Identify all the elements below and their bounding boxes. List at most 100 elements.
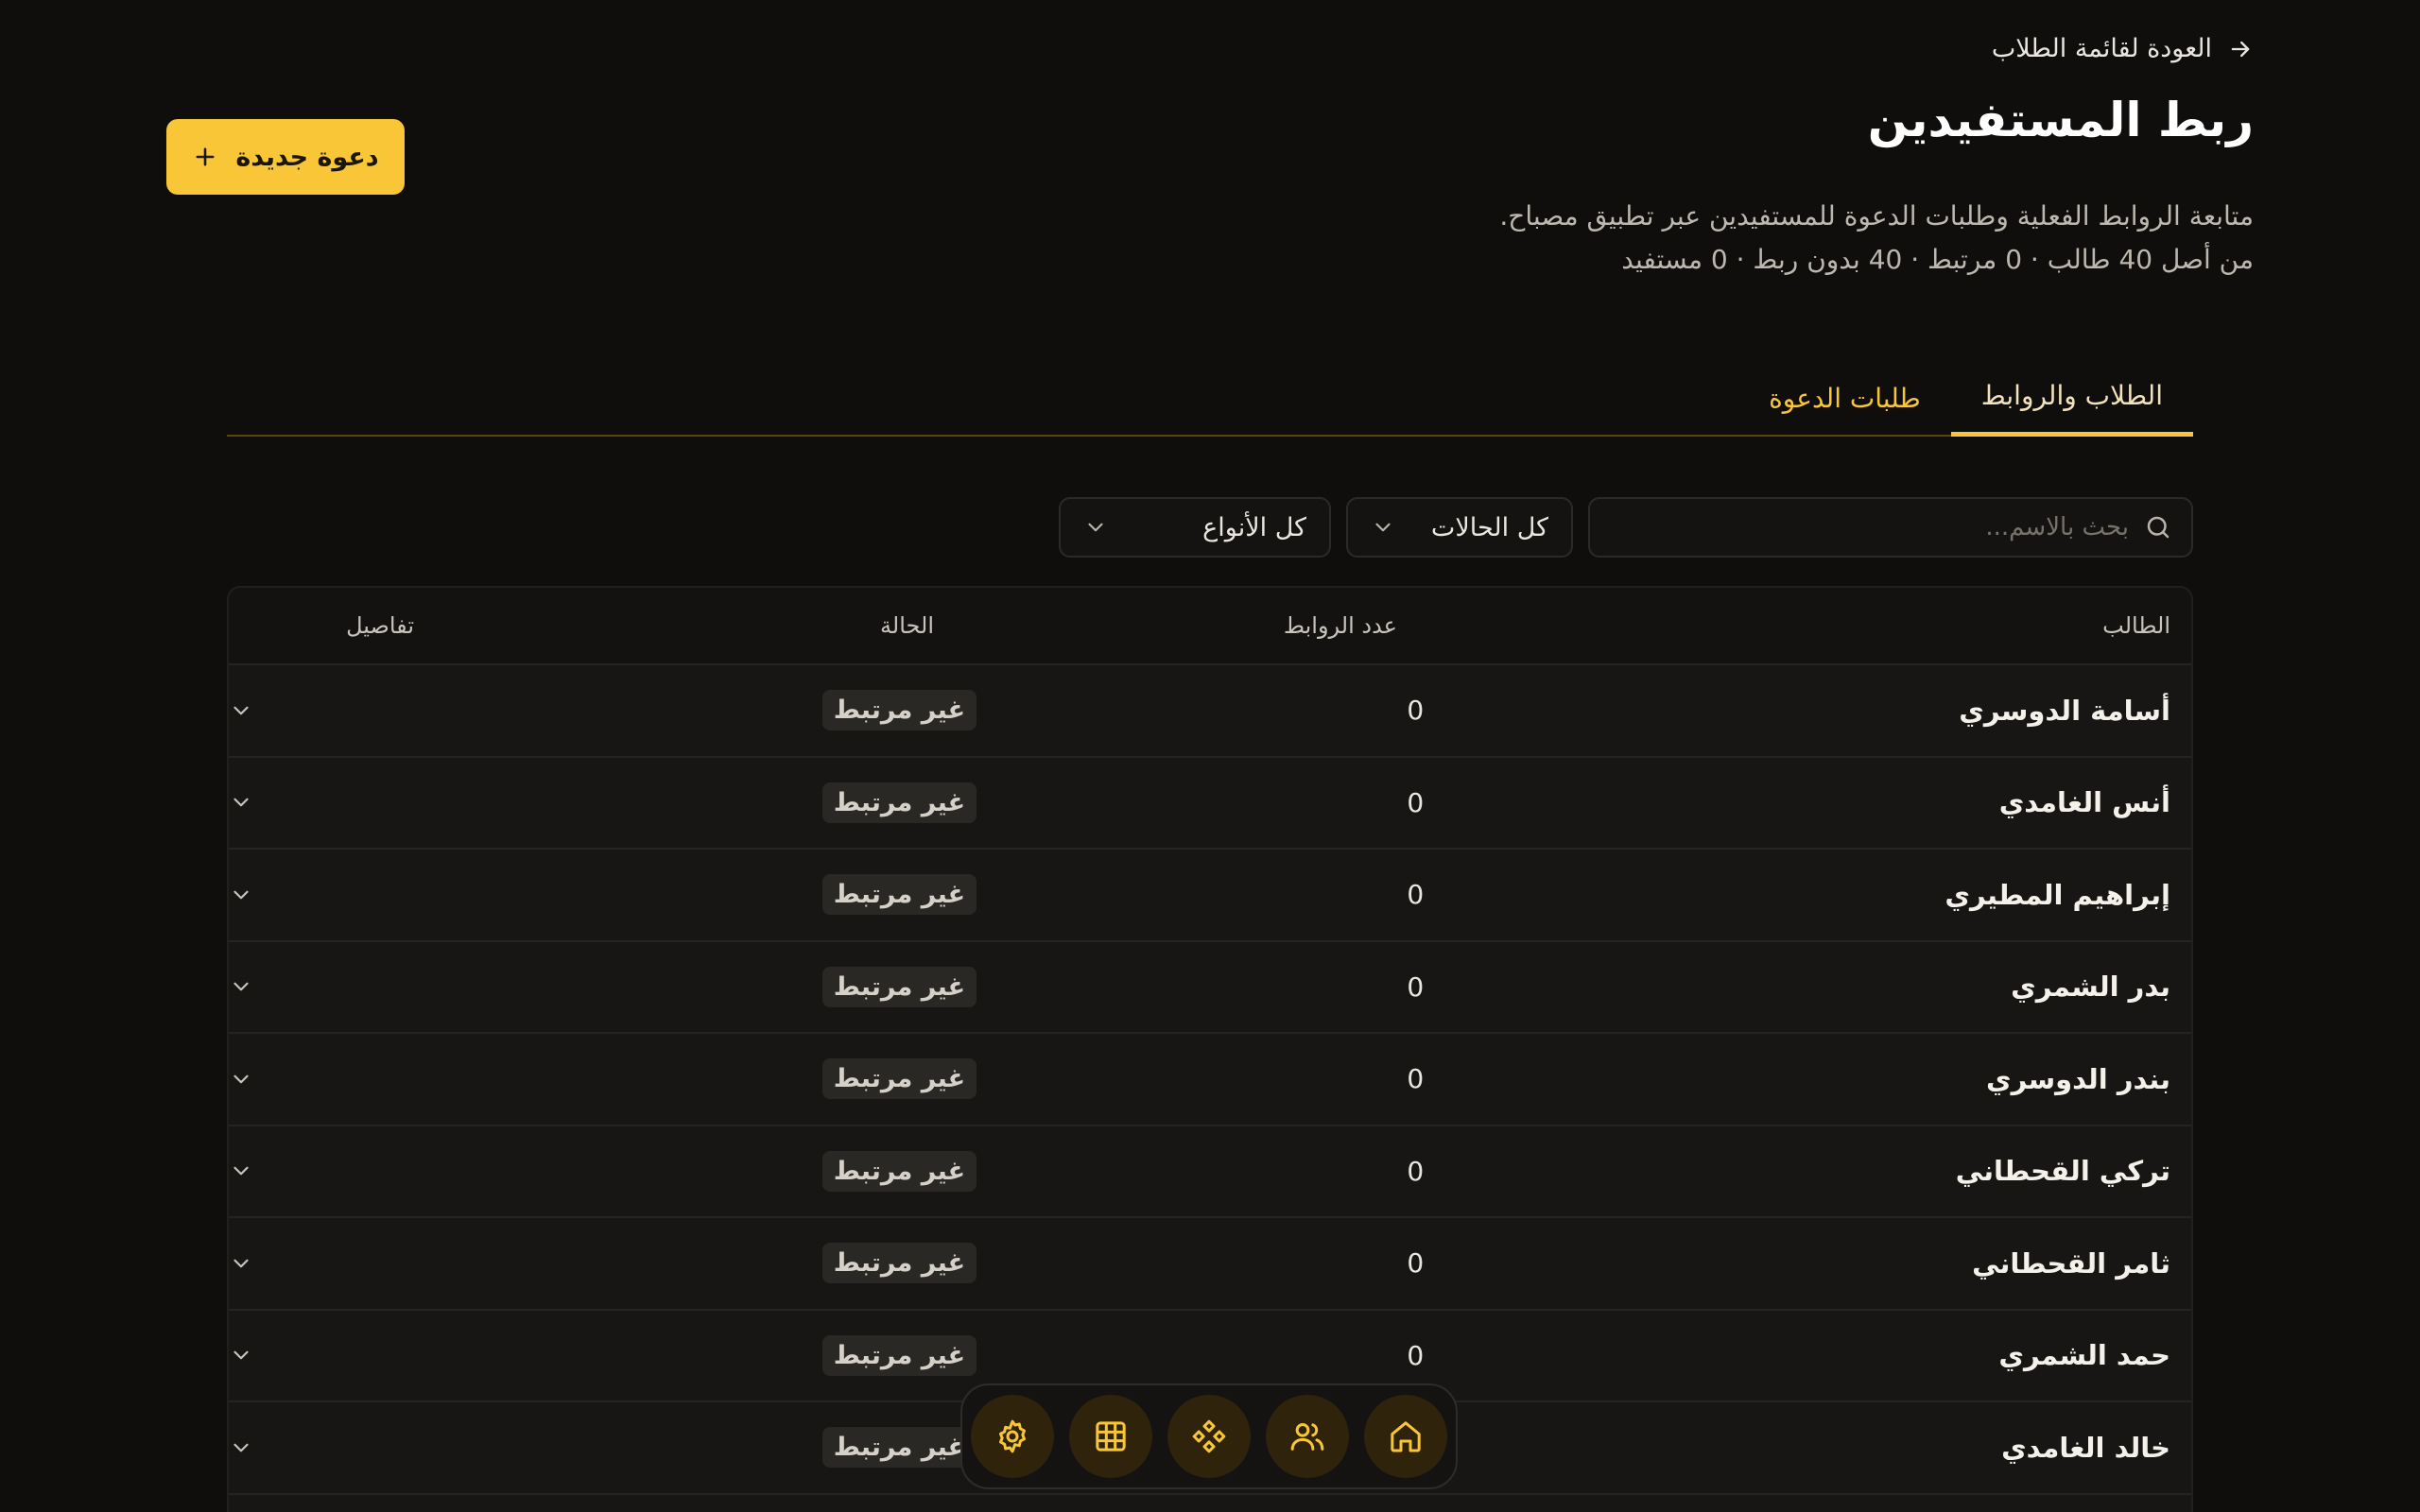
status-badge: غير مرتبط xyxy=(821,966,977,1007)
settings-icon xyxy=(999,1419,1026,1453)
tab-students-links[interactable]: الطلاب والروابط xyxy=(1950,359,2193,437)
details-cell xyxy=(229,1251,475,1276)
chevron-down-icon[interactable] xyxy=(229,974,253,999)
dock-home-button[interactable] xyxy=(1364,1395,1447,1478)
dock-apps-button[interactable] xyxy=(1167,1395,1251,1478)
links-count: 0 xyxy=(1407,1155,1425,1187)
student-name: ثامر القحطاني xyxy=(1972,1246,2170,1280)
diamonds-icon xyxy=(1192,1419,1226,1453)
status-cell: غير مرتبط xyxy=(475,782,977,823)
links-count: 0 xyxy=(1407,1063,1425,1095)
tab-label: طلبات الدعوة xyxy=(1769,382,1921,414)
student-name: أسامة الدوسري xyxy=(1959,694,2170,727)
links-count: 0 xyxy=(1407,971,1425,1003)
back-link-label: العودة لقائمة الطلاب xyxy=(1991,34,2212,63)
details-cell xyxy=(229,883,475,907)
status-badge: غير مرتبط xyxy=(821,1243,977,1284)
search-input[interactable] xyxy=(1609,513,2129,541)
dock-grid-button[interactable] xyxy=(1069,1395,1152,1478)
type-filter-value: كل الأنواع xyxy=(1202,512,1306,542)
page-title: ربط المستفيدين xyxy=(1867,93,2254,147)
table-body: أسامة الدوسري 0 غير مرتبط أنس الغامدي 0 غير م… xyxy=(229,665,2191,1495)
table-row[interactable]: أنس الغامدي 0 غير مرتبط xyxy=(229,758,2191,850)
column-header-links-count: عدد الروابط xyxy=(1283,612,1397,639)
table-row[interactable]: إبراهيم المطيري 0 غير مرتبط xyxy=(229,850,2191,942)
column-header-student: الطالب xyxy=(2102,612,2170,639)
chevron-down-icon[interactable] xyxy=(229,698,253,723)
table-row[interactable]: تركي القحطاني 0 غير مرتبط xyxy=(229,1126,2191,1218)
page-description: متابعة الروابط الفعلية وطلبات الدعوة للم… xyxy=(1499,200,2254,232)
status-badge: غير مرتبط xyxy=(821,1058,977,1100)
links-count: 0 xyxy=(1407,879,1425,911)
chevron-down-icon[interactable] xyxy=(229,1435,253,1460)
arrow-right-icon xyxy=(2231,41,2250,57)
dock-settings-button[interactable] xyxy=(971,1395,1054,1478)
student-name: بدر الشمري xyxy=(2011,971,2170,1004)
tab-label: الطلاب والروابط xyxy=(1980,380,2163,411)
table-header: الطالب عدد الروابط الحالة تفاصيل xyxy=(229,588,2191,665)
status-cell: غير مرتبط xyxy=(475,1150,977,1192)
student-name: بندر الدوسري xyxy=(1985,1062,2170,1095)
status-badge: غير مرتبط xyxy=(821,1427,977,1469)
grid-icon xyxy=(1096,1421,1126,1452)
home-icon xyxy=(1391,1421,1421,1452)
status-cell: غير مرتبط xyxy=(475,1243,977,1284)
tab-invite-requests[interactable]: طلبات الدعوة xyxy=(1738,359,1951,437)
links-count: 0 xyxy=(1407,1247,1425,1280)
chevron-down-icon[interactable] xyxy=(229,1251,253,1276)
chevron-down-icon[interactable] xyxy=(229,883,253,907)
table-row[interactable]: بندر الدوسري 0 غير مرتبط xyxy=(229,1034,2191,1126)
student-name: حمد الشمري xyxy=(1998,1339,2170,1372)
status-badge: غير مرتبط xyxy=(821,1334,977,1376)
status-filter-value: كل الحالات xyxy=(1430,512,1548,542)
chevron-down-icon xyxy=(1088,523,1103,532)
status-cell: غير مرتبط xyxy=(475,874,977,916)
plus-icon xyxy=(196,147,215,166)
links-count: 0 xyxy=(1407,695,1425,727)
new-invite-button[interactable]: دعوة جديدة xyxy=(166,119,405,195)
chevron-down-icon[interactable] xyxy=(229,790,253,815)
details-cell xyxy=(229,1435,475,1460)
status-cell: غير مرتبط xyxy=(475,1334,977,1376)
table-row[interactable]: ثامر القحطاني 0 غير مرتبط xyxy=(229,1218,2191,1311)
details-cell xyxy=(229,1067,475,1091)
chevron-down-icon xyxy=(1375,523,1391,532)
chevron-down-icon[interactable] xyxy=(229,1067,253,1091)
status-cell: غير مرتبط xyxy=(475,690,977,731)
tabs: الطلاب والروابط طلبات الدعوة xyxy=(227,359,2193,437)
table-row[interactable]: بدر الشمري 0 غير مرتبط xyxy=(229,942,2191,1034)
student-name: تركي القحطاني xyxy=(1955,1155,2170,1188)
chevron-down-icon[interactable] xyxy=(229,1343,253,1367)
status-cell: غير مرتبط xyxy=(475,1427,977,1469)
page-stats: من أصل 40 طالب · 0 مرتبط · 40 بدون ربط ·… xyxy=(1621,244,2254,275)
details-cell xyxy=(229,1159,475,1183)
chevron-down-icon[interactable] xyxy=(229,1159,253,1183)
students-table: الطالب عدد الروابط الحالة تفاصيل أسامة ا… xyxy=(227,586,2193,1512)
status-cell: غير مرتبط xyxy=(475,1058,977,1100)
status-badge: غير مرتبط xyxy=(821,874,977,916)
student-name: أنس الغامدي xyxy=(1998,786,2170,819)
links-count: 0 xyxy=(1407,786,1425,818)
details-cell xyxy=(229,698,475,723)
details-cell xyxy=(229,1343,475,1367)
type-filter-select[interactable]: كل الأنواع xyxy=(1059,497,1331,558)
search-icon xyxy=(2147,516,2169,539)
status-cell: غير مرتبط xyxy=(475,966,977,1007)
table-row[interactable]: أسامة الدوسري 0 غير مرتبط xyxy=(229,665,2191,758)
search-box xyxy=(1588,497,2193,558)
details-cell xyxy=(229,790,475,815)
bottom-dock xyxy=(960,1383,1458,1489)
details-cell xyxy=(229,974,475,999)
dock-users-button[interactable] xyxy=(1266,1395,1349,1478)
column-header-status: الحالة xyxy=(880,612,934,639)
status-badge: غير مرتبط xyxy=(821,690,977,731)
student-name: إبراهيم المطيري xyxy=(1945,878,2170,911)
column-header-details: تفاصيل xyxy=(346,612,414,639)
page-subtitle: متابعة الروابط الفعلية وطلبات الدعوة للم… xyxy=(1499,195,2254,282)
new-invite-label: دعوة جديدة xyxy=(235,142,379,172)
status-filter-select[interactable]: كل الحالات xyxy=(1346,497,1573,558)
student-name: خالد الغامدي xyxy=(2001,1431,2170,1464)
back-to-students-link[interactable]: العودة لقائمة الطلاب xyxy=(1992,34,2254,63)
links-count: 0 xyxy=(1407,1339,1425,1371)
status-badge: غير مرتبط xyxy=(821,782,977,823)
